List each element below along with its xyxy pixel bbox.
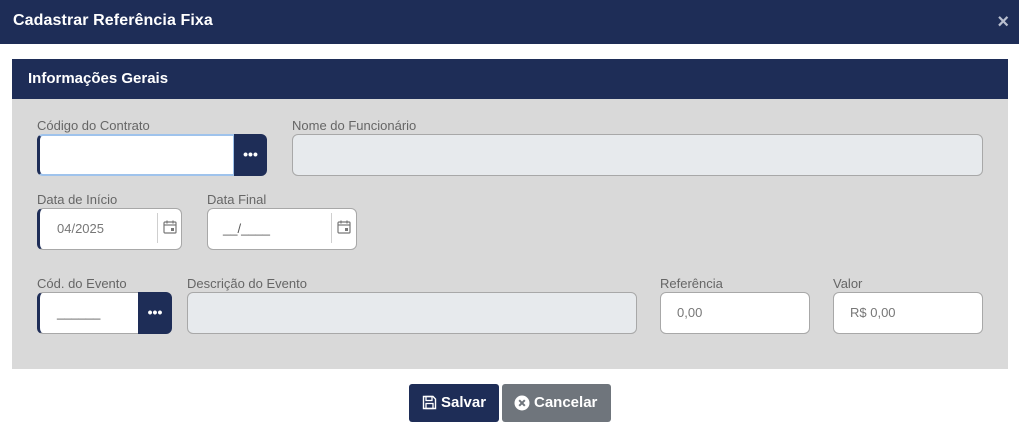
end-date-input[interactable]: __/____ [207, 208, 357, 250]
reference-label: Referência [660, 276, 723, 291]
event-code-label: Cód. do Evento [37, 276, 127, 291]
modal-title: Cadastrar Referência Fixa [13, 12, 213, 29]
amount-label: Valor [833, 276, 863, 291]
end-date-label: Data Final [207, 192, 267, 207]
start-date-input[interactable]: 04/2025 [37, 208, 182, 250]
close-icon[interactable]: × [997, 11, 1009, 33]
ellipsis-icon: ••• [243, 146, 258, 162]
contract-code-input[interactable] [37, 134, 235, 176]
calendar-icon[interactable] [337, 220, 351, 234]
event-description-label: Descrição do Evento [187, 276, 307, 291]
reference-input[interactable]: 0,00 [660, 292, 810, 334]
modal-header: Cadastrar Referência Fixa × [0, 0, 1019, 44]
contract-code-label: Código do Contrato [37, 118, 150, 133]
save-button[interactable]: Salvar [409, 384, 499, 422]
contract-lookup-button[interactable]: ••• [234, 134, 267, 176]
circle-x-icon [514, 395, 530, 411]
general-info-panel: Informações Gerais Código do Contrato ••… [12, 59, 1008, 369]
cancel-label: Cancelar [534, 394, 598, 411]
event-code-input[interactable]: ______ [37, 292, 139, 334]
employee-name-input[interactable] [292, 134, 983, 176]
panel-title: Informações Gerais [28, 70, 169, 87]
amount-input[interactable]: R$ 0,00 [833, 292, 983, 334]
floppy-disk-icon [422, 395, 437, 410]
close-button[interactable]: × [997, 11, 1009, 33]
cancel-button[interactable]: Cancelar [502, 384, 611, 422]
employee-name-label: Nome do Funcionário [292, 118, 417, 133]
event-description-input[interactable] [187, 292, 637, 334]
calendar-icon[interactable] [163, 220, 177, 234]
event-lookup-button[interactable]: ••• [138, 292, 172, 334]
ellipsis-icon: ••• [147, 304, 163, 320]
panel-header: Informações Gerais [12, 59, 1008, 99]
save-label: Salvar [441, 394, 487, 411]
start-date-label: Data de Início [37, 192, 118, 207]
